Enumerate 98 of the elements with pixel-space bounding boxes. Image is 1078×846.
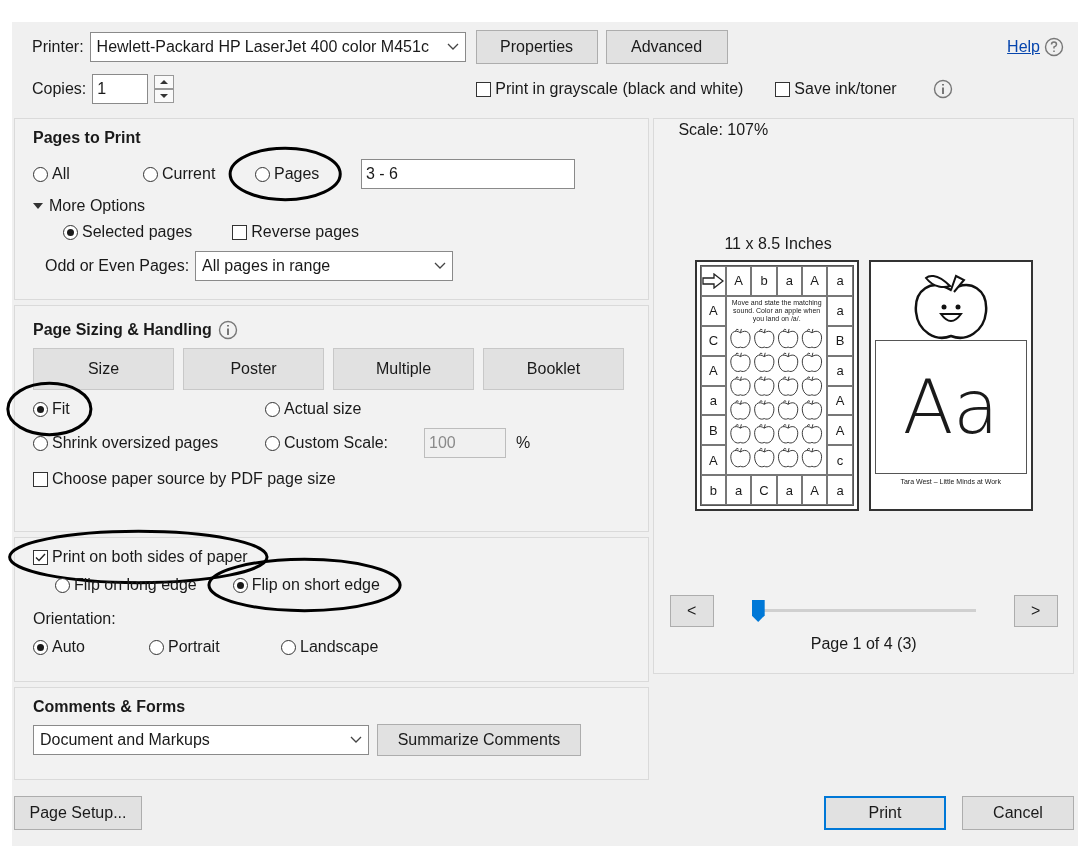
pages-field[interactable]: 3 - 6 xyxy=(361,159,575,189)
worksheet-letter: A xyxy=(700,445,726,476)
section-title: Comments & Forms xyxy=(33,698,187,716)
option-label: Selected pages xyxy=(82,223,193,241)
help-icon[interactable] xyxy=(1044,37,1064,57)
radio-button[interactable] xyxy=(143,166,158,182)
radio-label: Custom Scale: xyxy=(284,434,389,452)
radio-label: Flip on short edge xyxy=(251,576,380,594)
checkbox[interactable] xyxy=(476,81,492,97)
worksheet-letter: a xyxy=(827,266,853,296)
option-label: Print in grayscale (black and white) xyxy=(495,80,744,98)
worksheet-letter: c xyxy=(827,445,853,476)
cancel-button[interactable]: Cancel xyxy=(962,796,1074,830)
page-sizing-tab[interactable]: Booklet xyxy=(483,348,624,390)
worksheet-letter: A xyxy=(700,295,726,326)
radio-button[interactable] xyxy=(33,166,48,182)
page-setup-button[interactable]: Page Setup... xyxy=(14,796,142,830)
radio-label: Landscape xyxy=(300,638,379,656)
arrow-icon xyxy=(702,272,725,289)
radio-label: Shrink oversized pages xyxy=(52,434,219,452)
checkbox[interactable] xyxy=(775,81,791,97)
worksheet-letter: A xyxy=(700,355,726,386)
printer-dropdown[interactable]: Hewlett-Packard HP LaserJet 400 color M451c xyxy=(89,32,466,62)
orientation-label: Orientation: xyxy=(33,610,117,628)
worksheet-letter: A xyxy=(827,385,853,416)
section-title: Pages to Print xyxy=(33,129,142,147)
next-page-button[interactable]: > xyxy=(1013,595,1058,627)
printer-label: Printer: xyxy=(32,38,84,56)
section-title: Page Sizing & Handling xyxy=(33,321,212,339)
checkbox[interactable] xyxy=(33,549,48,565)
checkbox[interactable] xyxy=(232,224,248,240)
option-label: Print on both sides of paper xyxy=(52,548,248,566)
radio-button[interactable] xyxy=(232,577,248,593)
radio-button[interactable] xyxy=(33,639,48,655)
page-sizing-tab[interactable]: Size xyxy=(33,348,174,390)
radio-button[interactable] xyxy=(63,224,78,240)
radio-button[interactable] xyxy=(265,435,280,451)
chevron-down-icon xyxy=(434,262,447,270)
percent-label: % xyxy=(516,434,531,452)
worksheet-letter: B xyxy=(700,415,726,446)
worksheet-letter: a xyxy=(776,266,802,296)
odd-even-label: Odd or Even Pages: xyxy=(45,257,190,275)
worksheet-letter: B xyxy=(827,325,853,356)
worksheet-letter: a xyxy=(700,385,726,416)
radio-label: All xyxy=(52,165,70,183)
radio-button[interactable] xyxy=(265,401,280,417)
radio-label: Current xyxy=(162,165,216,183)
dialog-button[interactable]: Properties xyxy=(475,30,598,64)
slider-thumb[interactable] xyxy=(751,600,765,622)
worksheet-letter: a xyxy=(726,475,752,505)
page-sizing-tab[interactable]: Multiple xyxy=(333,348,474,390)
worksheet-letter: A xyxy=(827,415,853,446)
option-label: Choose paper source by PDF page size xyxy=(52,470,336,488)
worksheet-letter: a xyxy=(827,355,853,386)
comments-dropdown[interactable]: Document and Markups xyxy=(33,725,369,755)
copies-label: Copies: xyxy=(32,80,87,98)
info-icon[interactable] xyxy=(217,320,238,340)
worksheet-letter: b xyxy=(751,266,777,296)
info-icon[interactable] xyxy=(932,79,953,99)
more-options-label[interactable]: More Options xyxy=(49,197,146,215)
radio-label: Auto xyxy=(52,638,85,656)
radio-button[interactable] xyxy=(255,166,270,182)
radio-button[interactable] xyxy=(33,401,48,417)
option-label: Reverse pages xyxy=(251,223,359,241)
odd-even-dropdown[interactable]: All pages in range xyxy=(195,251,454,281)
worksheet-letter: a xyxy=(827,295,853,326)
chevron-down-icon xyxy=(446,43,459,51)
worksheet-letter: b xyxy=(700,475,726,505)
copies-field[interactable]: 1 xyxy=(92,74,149,104)
worksheet-letter: A xyxy=(726,266,752,296)
worksheet-letter: C xyxy=(700,325,726,356)
radio-label: Portrait xyxy=(168,638,220,656)
paper-size-label: 11 x 8.5 Inches xyxy=(724,235,832,253)
page-sizing-tab[interactable]: Poster xyxy=(183,348,324,390)
radio-button[interactable] xyxy=(281,639,296,655)
previous-page-button[interactable]: < xyxy=(669,595,714,627)
worksheet-letter: a xyxy=(827,475,853,505)
radio-button[interactable] xyxy=(149,639,164,655)
checkbox[interactable] xyxy=(33,471,48,487)
worksheet-letter: A xyxy=(802,475,828,505)
print-button[interactable]: Print xyxy=(824,796,946,830)
worksheet-letter: A xyxy=(802,266,828,296)
radio-label: Actual size xyxy=(284,400,362,418)
radio-button[interactable] xyxy=(33,435,48,451)
dialog-button[interactable]: Advanced xyxy=(605,30,728,64)
scale-label: Scale: 107% xyxy=(678,121,769,139)
radio-label: Fit xyxy=(52,400,70,418)
option-label: Save ink/toner xyxy=(794,80,897,98)
worksheet-letter: C xyxy=(751,475,777,505)
summarize-button[interactable]: Summarize Comments xyxy=(377,724,581,756)
big-letters: Aa xyxy=(902,370,999,444)
worksheet-letter: a xyxy=(776,475,802,505)
help-link[interactable]: Help xyxy=(1007,38,1040,56)
page-count-label: Page 1 of 4 (3) xyxy=(810,635,917,653)
triangle-icon[interactable] xyxy=(33,201,43,211)
radio-label: Pages xyxy=(274,165,320,183)
chevron-down-icon xyxy=(350,736,362,744)
spinner-icon[interactable] xyxy=(154,75,175,103)
